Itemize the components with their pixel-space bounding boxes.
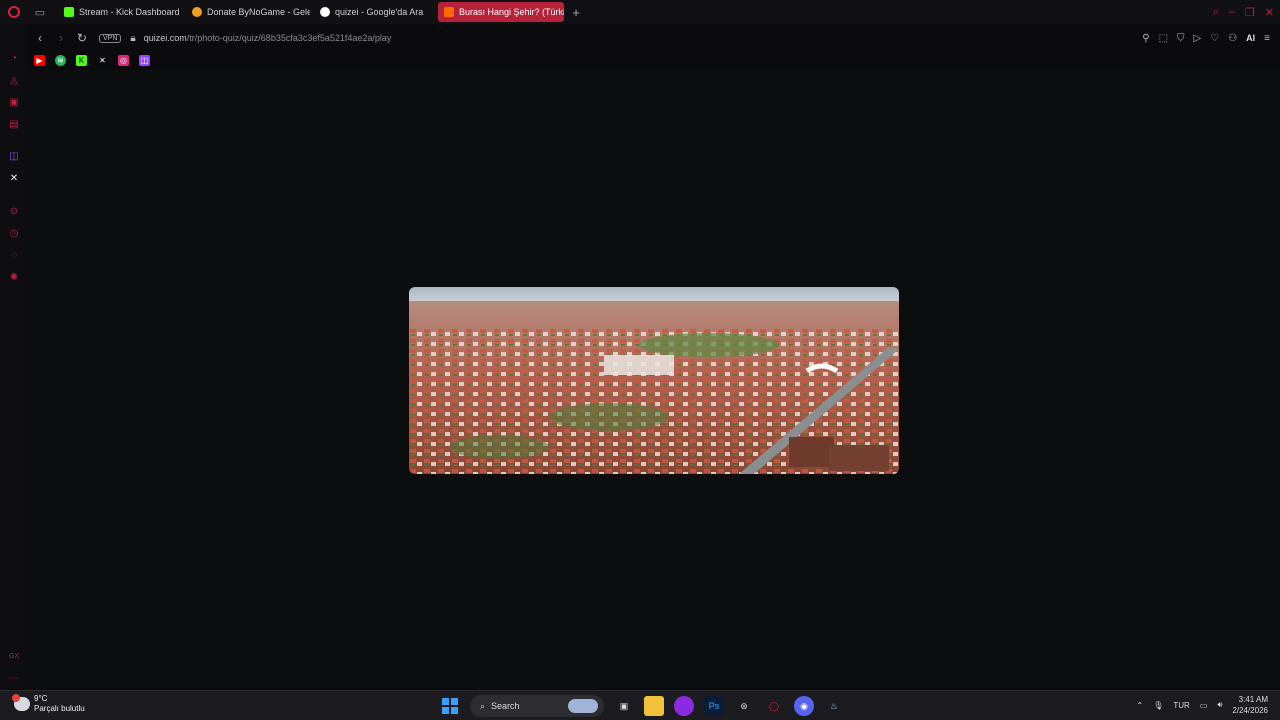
task-view-icon[interactable]: ▣: [614, 696, 634, 716]
bookmarks-bar: ▶ ≋ K ✕ ◎ ◫: [34, 54, 150, 66]
tab-label: Stream - Kick Dashboard: [79, 7, 180, 17]
url-path: /tr/photo-quiz/quiz/68b35cfa3c3ef5a521f4…: [186, 33, 392, 43]
tray-chevron-icon[interactable]: ⌃: [1136, 701, 1143, 710]
window-controls: ⌕ – ❐ ✕: [1213, 0, 1274, 24]
aria-icon[interactable]: ◔: [8, 52, 20, 64]
browser-tab-bar: ▭ Stream - Kick Dashboard Donate ByNoGam…: [0, 0, 1280, 24]
snapshot-icon[interactable]: ⬚: [1159, 33, 1168, 44]
tab-label: Burası Hangi Şehir? (Türki: [459, 7, 564, 17]
tab-quiz-active[interactable]: Burası Hangi Şehir? (Türki: [438, 2, 564, 22]
settings-icon[interactable]: ✺: [8, 271, 20, 283]
taskbar-apps: ⌕ Search ▣ Ps ⊛ ◯ ◉ ♨: [440, 695, 844, 717]
quiz-city-photo[interactable]: [409, 287, 899, 474]
profile-icon[interactable]: ⚇: [1228, 33, 1237, 44]
lock-icon[interactable]: 🔒︎: [130, 33, 135, 44]
minimize-button[interactable]: –: [1229, 6, 1235, 18]
history-icon[interactable]: ◷: [8, 227, 20, 239]
kick-icon: [64, 7, 74, 17]
search-label: Search: [491, 701, 520, 711]
opera-sidebar: ◔ ◬ ▣ ▤ ◫ ✕ ⊙ ◷ ◌ ✺ GX ⋯: [0, 24, 28, 690]
workspace-icon[interactable]: ▤: [8, 118, 20, 130]
close-button[interactable]: ✕: [1265, 6, 1274, 19]
url-field[interactable]: quizei.com/tr/photo-quiz/quiz/68b35cfa3c…: [144, 33, 392, 43]
search-tabs-icon[interactable]: ⌕: [1213, 6, 1219, 19]
windows-taskbar: 9°C Parçalı bulutlu ⌕ Search ▣ Ps ⊛ ◯ ◉ …: [0, 690, 1280, 720]
vpn-badge[interactable]: VPN: [99, 33, 122, 43]
tab-overview-icon[interactable]: ▭: [28, 0, 52, 24]
obs-icon[interactable]: ⊛: [734, 696, 754, 716]
menu-icon[interactable]: ≡: [1264, 33, 1270, 44]
microphone-icon[interactable]: 🎙︎: [1153, 701, 1163, 710]
gx-icon[interactable]: GX: [8, 650, 20, 662]
system-tray: ⌃ 🎙︎ TUR ▭ 🔊︎ 3:41 AM 2/24/2026: [1136, 694, 1268, 716]
twitch-icon[interactable]: ◫: [8, 150, 20, 162]
x-icon[interactable]: ✕: [97, 55, 108, 66]
chat-icon[interactable]: ◌: [8, 249, 20, 261]
reload-button[interactable]: ↻: [73, 29, 91, 47]
opera-gx-icon[interactable]: ◯: [764, 696, 784, 716]
twitch-icon[interactable]: ◫: [139, 54, 150, 66]
google-icon: [320, 7, 330, 17]
network-icon[interactable]: ▭: [1200, 701, 1208, 710]
cloud-icon: [12, 694, 30, 711]
photoshop-icon[interactable]: Ps: [704, 696, 724, 716]
instagram-icon[interactable]: ◎: [118, 54, 129, 66]
tab-label: Donate ByNoGame - Gele: [207, 7, 310, 17]
url-domain: quizei.com: [143, 33, 187, 43]
back-button[interactable]: ‹: [31, 29, 49, 47]
new-tab-button[interactable]: +: [568, 5, 584, 20]
x-icon[interactable]: ✕: [8, 172, 20, 184]
language-indicator[interactable]: TUR: [1173, 701, 1189, 710]
address-bar: ‹ › ↻ VPN 🔒︎ quizei.com/tr/photo-quiz/qu…: [28, 28, 1280, 48]
start-button[interactable]: [440, 696, 460, 716]
more-icon[interactable]: ⋯: [8, 672, 20, 684]
pin-icon[interactable]: ⚲: [1142, 33, 1149, 44]
heart-icon[interactable]: ♡: [1210, 33, 1219, 44]
messenger-icon[interactable]: ▣: [8, 96, 20, 108]
search-highlight-image: [568, 699, 598, 713]
clock[interactable]: 3:41 AM 2/24/2026: [1232, 694, 1268, 716]
bag-icon[interactable]: ◬: [8, 74, 20, 86]
weather-widget[interactable]: 9°C Parçalı bulutlu: [12, 694, 85, 714]
steam-icon[interactable]: ♨: [824, 696, 844, 716]
page-content: [28, 70, 1280, 690]
tab-kick-dashboard[interactable]: Stream - Kick Dashboard: [58, 2, 182, 22]
shield-icon[interactable]: ⛉: [1177, 33, 1185, 44]
spotify-icon[interactable]: ≋: [55, 54, 66, 66]
file-explorer-icon[interactable]: [644, 696, 664, 716]
ai-button[interactable]: AI: [1246, 33, 1255, 43]
opera-menu-icon[interactable]: [0, 0, 28, 24]
search-icon: ⌕: [480, 700, 486, 711]
tab-donate-bynogame[interactable]: Donate ByNoGame - Gele: [186, 2, 310, 22]
kick-icon[interactable]: K: [76, 54, 87, 66]
quizei-icon: [444, 7, 454, 17]
player-icon[interactable]: ⊙: [8, 205, 20, 217]
taskbar-search[interactable]: ⌕ Search: [470, 695, 604, 717]
toolbar-right: ⚲ ⬚ ⛉ ▷ ♡ ⚇ AI ≡: [1142, 28, 1270, 48]
discord-icon[interactable]: ◉: [794, 696, 814, 716]
youtube-icon[interactable]: ▶: [34, 54, 45, 66]
tab-label: quizei - Google'da Ara: [335, 7, 424, 17]
play-icon[interactable]: ▷: [1194, 33, 1202, 44]
volume-icon[interactable]: 🔊︎: [1217, 700, 1222, 710]
maximize-button[interactable]: ❐: [1245, 6, 1255, 19]
bynogame-icon: [192, 7, 202, 17]
tab-google-search[interactable]: quizei - Google'da Ara: [314, 2, 434, 22]
clock-date: 2/24/2026: [1232, 706, 1268, 715]
app-purple-icon[interactable]: [674, 696, 694, 716]
weather-temp: 9°C: [34, 694, 48, 703]
weather-desc: Parçalı bulutlu: [34, 704, 85, 713]
clock-time: 3:41 AM: [1238, 695, 1268, 704]
forward-button[interactable]: ›: [52, 29, 70, 47]
